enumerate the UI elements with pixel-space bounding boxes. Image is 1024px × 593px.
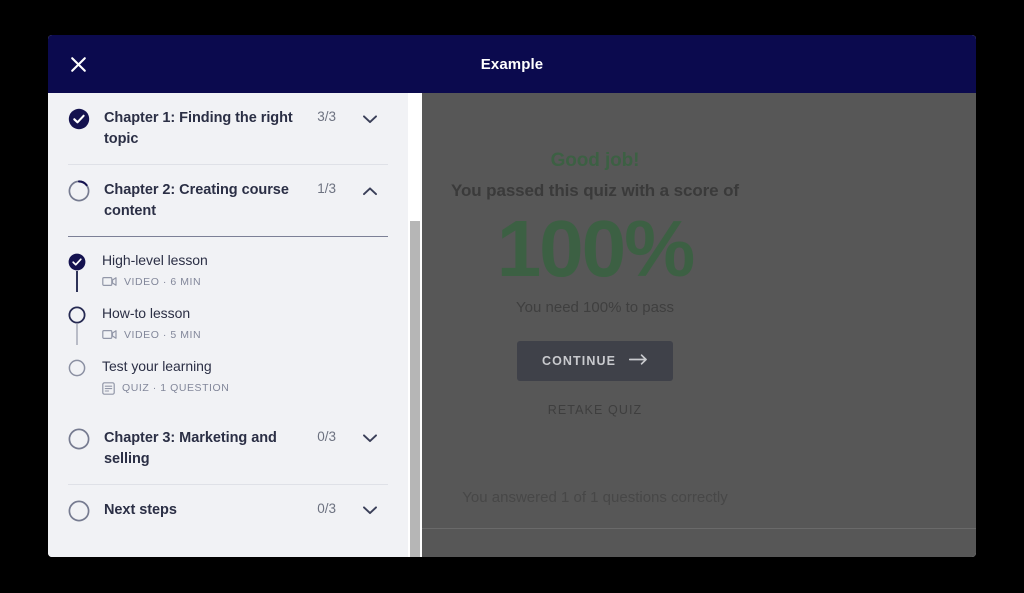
chevron-up-icon[interactable] xyxy=(358,179,382,203)
lesson-title: High-level lesson xyxy=(102,252,208,269)
lesson-title: How-to lesson xyxy=(102,304,191,321)
quiz-pass-requirement: You need 100% to pass xyxy=(516,299,674,316)
content-divider xyxy=(422,528,976,529)
lesson-marker xyxy=(68,304,88,345)
quiz-result-panel: Good job! You passed this quiz with a sc… xyxy=(422,93,976,557)
lesson-connector xyxy=(76,323,78,345)
lesson-meta-text: VIDEO · 5 MIN xyxy=(124,328,202,341)
chapter-row-4[interactable]: Next steps 0/3 xyxy=(48,485,408,537)
outline-scroll-area[interactable]: Chapter 1: Finding the right topic 3/3 C… xyxy=(48,93,408,557)
arrow-right-icon xyxy=(628,354,648,368)
outline-scrollbar[interactable] xyxy=(408,93,422,557)
lesson-item[interactable]: How-to lesson VIDEO · 5 MIN xyxy=(68,304,388,357)
course-player-modal: Example Chapter 1: Finding the right top… xyxy=(48,35,976,557)
chevron-down-icon[interactable] xyxy=(358,427,382,451)
quiz-answered-note: You answered 1 of 1 questions correctly xyxy=(462,489,728,506)
chapter-status-complete-icon xyxy=(68,108,90,130)
quiz-icon xyxy=(102,381,115,395)
quiz-score: 100% xyxy=(496,204,696,293)
course-outline-panel: Chapter 1: Finding the right topic 3/3 C… xyxy=(48,93,408,557)
video-icon xyxy=(102,276,117,287)
outline-scrollbar-thumb[interactable] xyxy=(410,221,420,557)
lesson-meta-text: VIDEO · 6 MIN xyxy=(124,275,202,288)
chevron-down-icon[interactable] xyxy=(358,107,382,131)
chapter-title: Chapter 3: Marketing and selling xyxy=(104,429,277,467)
chapter-status-incomplete-icon xyxy=(68,428,90,450)
chapter-progress-count: 0/3 xyxy=(317,428,336,444)
lesson-marker xyxy=(68,251,88,292)
continue-button[interactable]: CONTINUE xyxy=(516,341,674,381)
chevron-down-icon[interactable] xyxy=(358,499,382,523)
continue-button-label: CONTINUE xyxy=(541,354,617,368)
lesson-marker xyxy=(68,357,88,395)
lesson-status-complete-icon xyxy=(68,253,86,271)
lesson-meta: QUIZ · 1 QUESTION xyxy=(102,381,388,395)
lesson-meta: VIDEO · 5 MIN xyxy=(102,329,388,341)
quiz-result-subtitle: You passed this quiz with a score of xyxy=(451,181,739,200)
video-icon xyxy=(102,329,117,340)
lesson-status-incomplete-icon xyxy=(68,359,86,377)
lesson-status-current-icon xyxy=(68,306,86,324)
chapter-progress-count: 3/3 xyxy=(317,109,336,124)
close-icon[interactable] xyxy=(60,46,96,82)
chapter-row-1[interactable]: Chapter 1: Finding the right topic 3/3 xyxy=(48,93,408,164)
chapter-title: Next steps xyxy=(104,501,177,518)
modal-body: Chapter 1: Finding the right topic 3/3 C… xyxy=(48,93,976,557)
modal-titlebar: Example xyxy=(48,35,976,93)
lesson-title: Test your learning xyxy=(102,357,212,374)
retake-quiz-button[interactable]: RETAKE QUIZ xyxy=(422,403,976,417)
lesson-list: High-level lesson VIDEO · 6 MIN How-to l… xyxy=(48,237,408,413)
chapter-progress-count: 1/3 xyxy=(317,181,336,197)
screen: Example Chapter 1: Finding the right top… xyxy=(0,0,1024,593)
chapter-title: Chapter 2: Creating course content xyxy=(104,182,289,220)
chapter-row-2[interactable]: Chapter 2: Creating course content 1/3 xyxy=(48,165,408,236)
chapter-status-partial-icon xyxy=(68,180,90,202)
lesson-meta: VIDEO · 6 MIN xyxy=(102,276,388,288)
modal-title: Example xyxy=(480,55,544,73)
lesson-connector xyxy=(76,271,78,292)
quiz-result-headline: Good job! xyxy=(550,150,640,171)
lesson-meta-text: QUIZ · 1 QUESTION xyxy=(122,382,230,395)
lesson-item[interactable]: High-level lesson VIDEO · 6 MIN xyxy=(68,251,388,304)
chapter-status-incomplete-icon xyxy=(68,500,90,522)
chapter-title: Chapter 1: Finding the right topic xyxy=(104,110,293,148)
lesson-item[interactable]: Test your learning QUIZ · 1 QUESTION xyxy=(68,357,388,397)
chapter-row-3[interactable]: Chapter 3: Marketing and selling 0/3 xyxy=(48,413,408,484)
chapter-progress-count: 0/3 xyxy=(317,500,336,516)
